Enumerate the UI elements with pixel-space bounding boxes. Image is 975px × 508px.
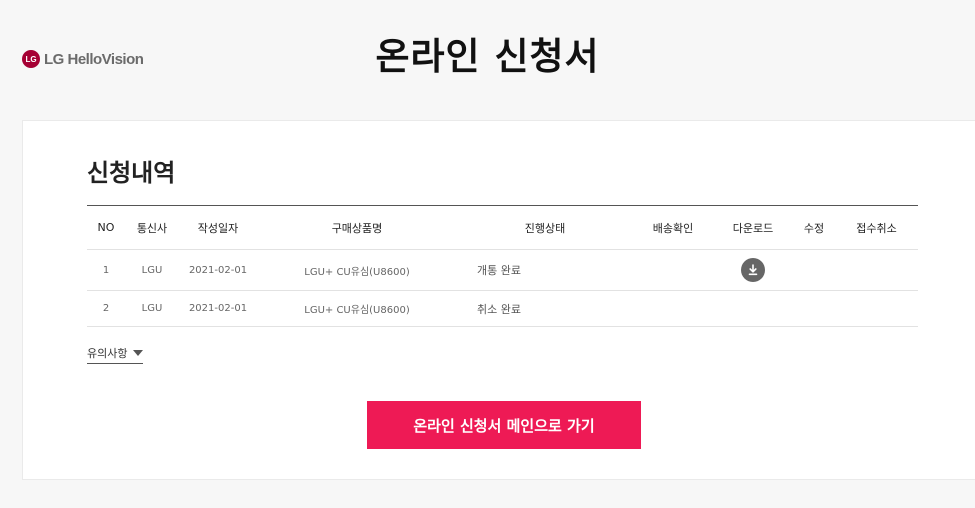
application-table: NO 통신사 작성일자 구매상품명 진행상태 배송확인 다운로드 수정 접수취소… [87,205,918,327]
cell-cancel [835,290,918,327]
table-row: 1 LGU 2021-02-01 LGU+ CU유심(U8600) 개통 완료 [87,249,918,291]
application-card: 신청내역 NO 통신사 작성일자 구매상품명 진행상태 배송확인 다운로드 수정 [22,120,975,480]
notice-toggle[interactable]: 유의사항 [87,345,144,364]
col-header-date: 작성일자 [179,205,257,250]
caret-down-icon [133,350,144,356]
col-header-carrier: 통신사 [125,205,179,250]
col-header-no: NO [87,205,125,250]
cell-date: 2021-02-01 [179,290,257,327]
cell-carrier: LGU [125,290,179,327]
download-icon[interactable] [741,258,765,282]
cell-no: 1 [87,249,125,291]
table-header-row: NO 통신사 작성일자 구매상품명 진행상태 배송확인 다운로드 수정 접수취소 [87,205,918,250]
cell-date: 2021-02-01 [179,249,257,291]
cell-delivery [633,290,713,327]
cell-product: LGU+ CU유심(U8600) [257,249,457,291]
col-header-edit: 수정 [793,205,835,250]
col-header-download: 다운로드 [713,205,793,250]
go-to-main-button[interactable]: 온라인 신청서 메인으로 가기 [367,401,641,449]
cell-carrier: LGU [125,249,179,291]
cell-status: 개통 완료 [457,249,633,291]
section-title: 신청내역 [87,159,176,187]
cell-download [713,249,793,291]
table-row: 2 LGU 2021-02-01 LGU+ CU유심(U8600) 취소 완료 [87,290,918,327]
cell-cancel [835,249,918,291]
page-title: 온라인 신청서 [375,35,600,78]
notice-label: 유의사항 [87,347,128,360]
col-header-product: 구매상품명 [257,205,457,250]
cell-status: 취소 완료 [457,290,633,327]
cell-product: LGU+ CU유심(U8600) [257,290,457,327]
cell-no: 2 [87,290,125,327]
col-header-delivery: 배송확인 [633,205,713,250]
col-header-cancel: 접수취소 [835,205,918,250]
cell-edit [793,290,835,327]
cell-download [713,290,793,327]
col-header-status: 진행상태 [457,205,633,250]
cell-delivery [633,249,713,291]
cell-edit [793,249,835,291]
